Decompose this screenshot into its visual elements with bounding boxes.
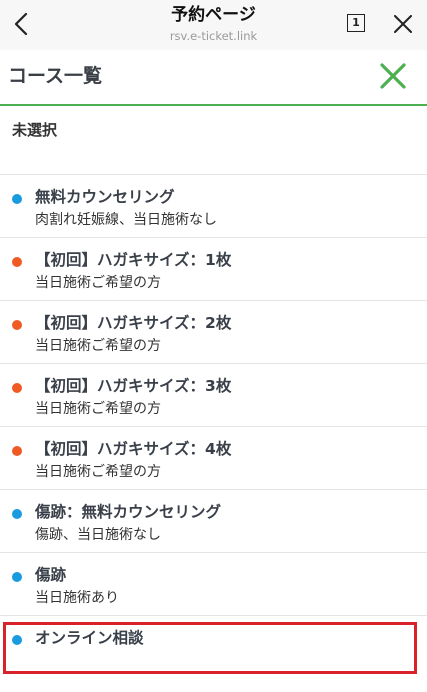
- course-description: 当日施術ご希望の方: [35, 338, 161, 354]
- list-item[interactable]: 【初回】ハガキサイズ：2枚 当日施術ご希望の方: [0, 301, 427, 364]
- course-name: 傷跡: [35, 566, 67, 584]
- course-name: 【初回】ハガキサイズ：1枚: [35, 251, 232, 269]
- course-list: 未選択 無料カウンセリング 肉割れ妊娠線、当日施術なし 【初回】ハガキサイズ：1…: [0, 106, 427, 679]
- course-description: 傷跡、当日施術なし: [35, 527, 161, 543]
- unselected-label: 未選択: [12, 121, 58, 139]
- status-dot: [12, 320, 22, 330]
- list-item[interactable]: オンライン相談: [0, 616, 427, 679]
- course-name: 傷跡：無料カウンセリング: [35, 503, 222, 521]
- list-item-unselected[interactable]: 未選択: [0, 106, 427, 175]
- course-description: 当日施術あり: [35, 590, 119, 606]
- status-dot: [12, 635, 22, 645]
- list-item[interactable]: 【初回】ハガキサイズ：4枚 当日施術ご希望の方: [0, 427, 427, 490]
- close-icon[interactable]: [388, 9, 418, 39]
- status-dot: [12, 257, 22, 267]
- course-description: 当日施術ご希望の方: [35, 464, 161, 480]
- course-name: 【初回】ハガキサイズ：2枚: [35, 314, 232, 332]
- course-name: 無料カウンセリング: [35, 188, 175, 206]
- course-name: 【初回】ハガキサイズ：3枚: [35, 377, 232, 395]
- browser-toolbar: 予約ページ rsv.e-ticket.link 1: [0, 0, 427, 50]
- tab-count-icon[interactable]: 1: [347, 14, 365, 32]
- status-dot: [12, 509, 22, 519]
- course-description: 当日施術ご希望の方: [35, 401, 161, 417]
- status-dot: [12, 194, 22, 204]
- list-item[interactable]: 傷跡：無料カウンセリング 傷跡、当日施術なし: [0, 490, 427, 553]
- list-item[interactable]: 【初回】ハガキサイズ：3枚 当日施術ご希望の方: [0, 364, 427, 427]
- status-dot: [12, 383, 22, 393]
- course-description: 当日施術ご希望の方: [35, 275, 161, 291]
- status-dot: [12, 572, 22, 582]
- page-title: コース一覧: [8, 65, 103, 87]
- status-dot: [12, 446, 22, 456]
- course-name: 【初回】ハガキサイズ：4枚: [35, 440, 232, 458]
- close-icon[interactable]: [376, 59, 410, 93]
- course-name: オンライン相談: [35, 629, 144, 647]
- page-header: コース一覧: [0, 50, 427, 106]
- course-description: 肉割れ妊娠線、当日施術なし: [35, 212, 217, 228]
- list-item[interactable]: 傷跡 当日施術あり: [0, 553, 427, 616]
- list-item[interactable]: 【初回】ハガキサイズ：1枚 当日施術ご希望の方: [0, 238, 427, 301]
- list-item[interactable]: 無料カウンセリング 肉割れ妊娠線、当日施術なし: [0, 175, 427, 238]
